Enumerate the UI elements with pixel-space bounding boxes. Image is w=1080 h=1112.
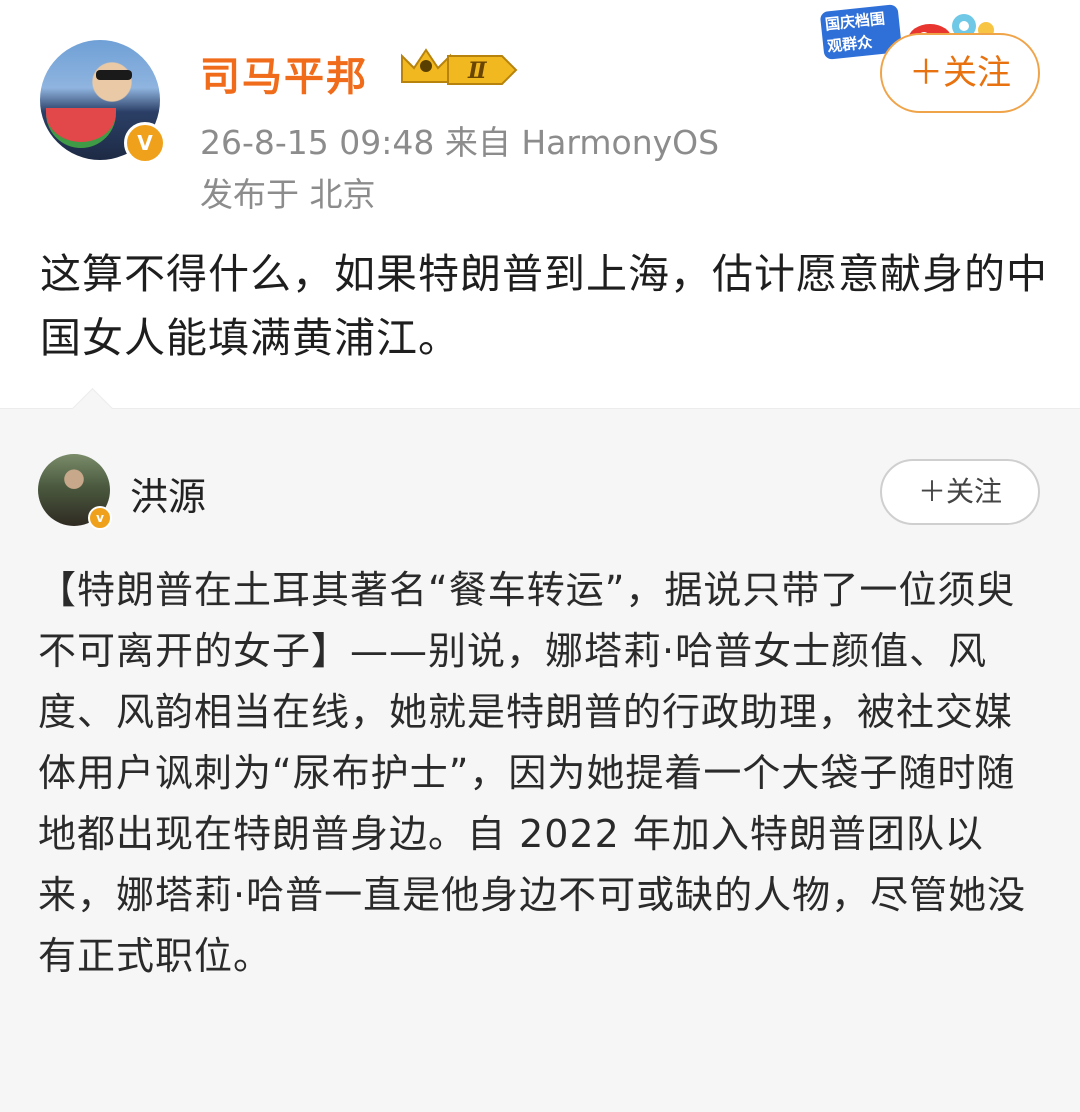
post-time-source: 26-8-15 09:48 来自 HarmonyOS [200,123,720,162]
sunglasses-graphic [96,70,132,80]
repost-verified-badge-icon: v [88,506,112,530]
author-name[interactable]: 司马平邦 [200,44,368,102]
repost-text: 【特朗普在土耳其著名“餐车转运”，据说只带了一位须臾不可离开的女子】——别说，娜… [38,568,1027,978]
repost-author-name[interactable]: 洪源 [130,466,206,521]
follow-button[interactable]: ＋关注 [880,33,1040,113]
level-badge-text: Ⅱ [467,58,488,84]
verified-badge-icon: V [124,122,166,164]
post-text: 这算不得什么，如果特朗普到上海，估计愿意献身的中国女人能填满黄浦江。 [40,250,1048,362]
original-post: V 司马平邦 Ⅱ 26-8-15 09:48 来自 HarmonyOS 发布于 … [0,0,1080,408]
crown-level-icon: Ⅱ [401,48,518,85]
repost-follow-button[interactable]: ＋关注 [880,459,1040,525]
post-location: 发布于 北京 [200,175,376,214]
watermelon-graphic [46,108,116,148]
